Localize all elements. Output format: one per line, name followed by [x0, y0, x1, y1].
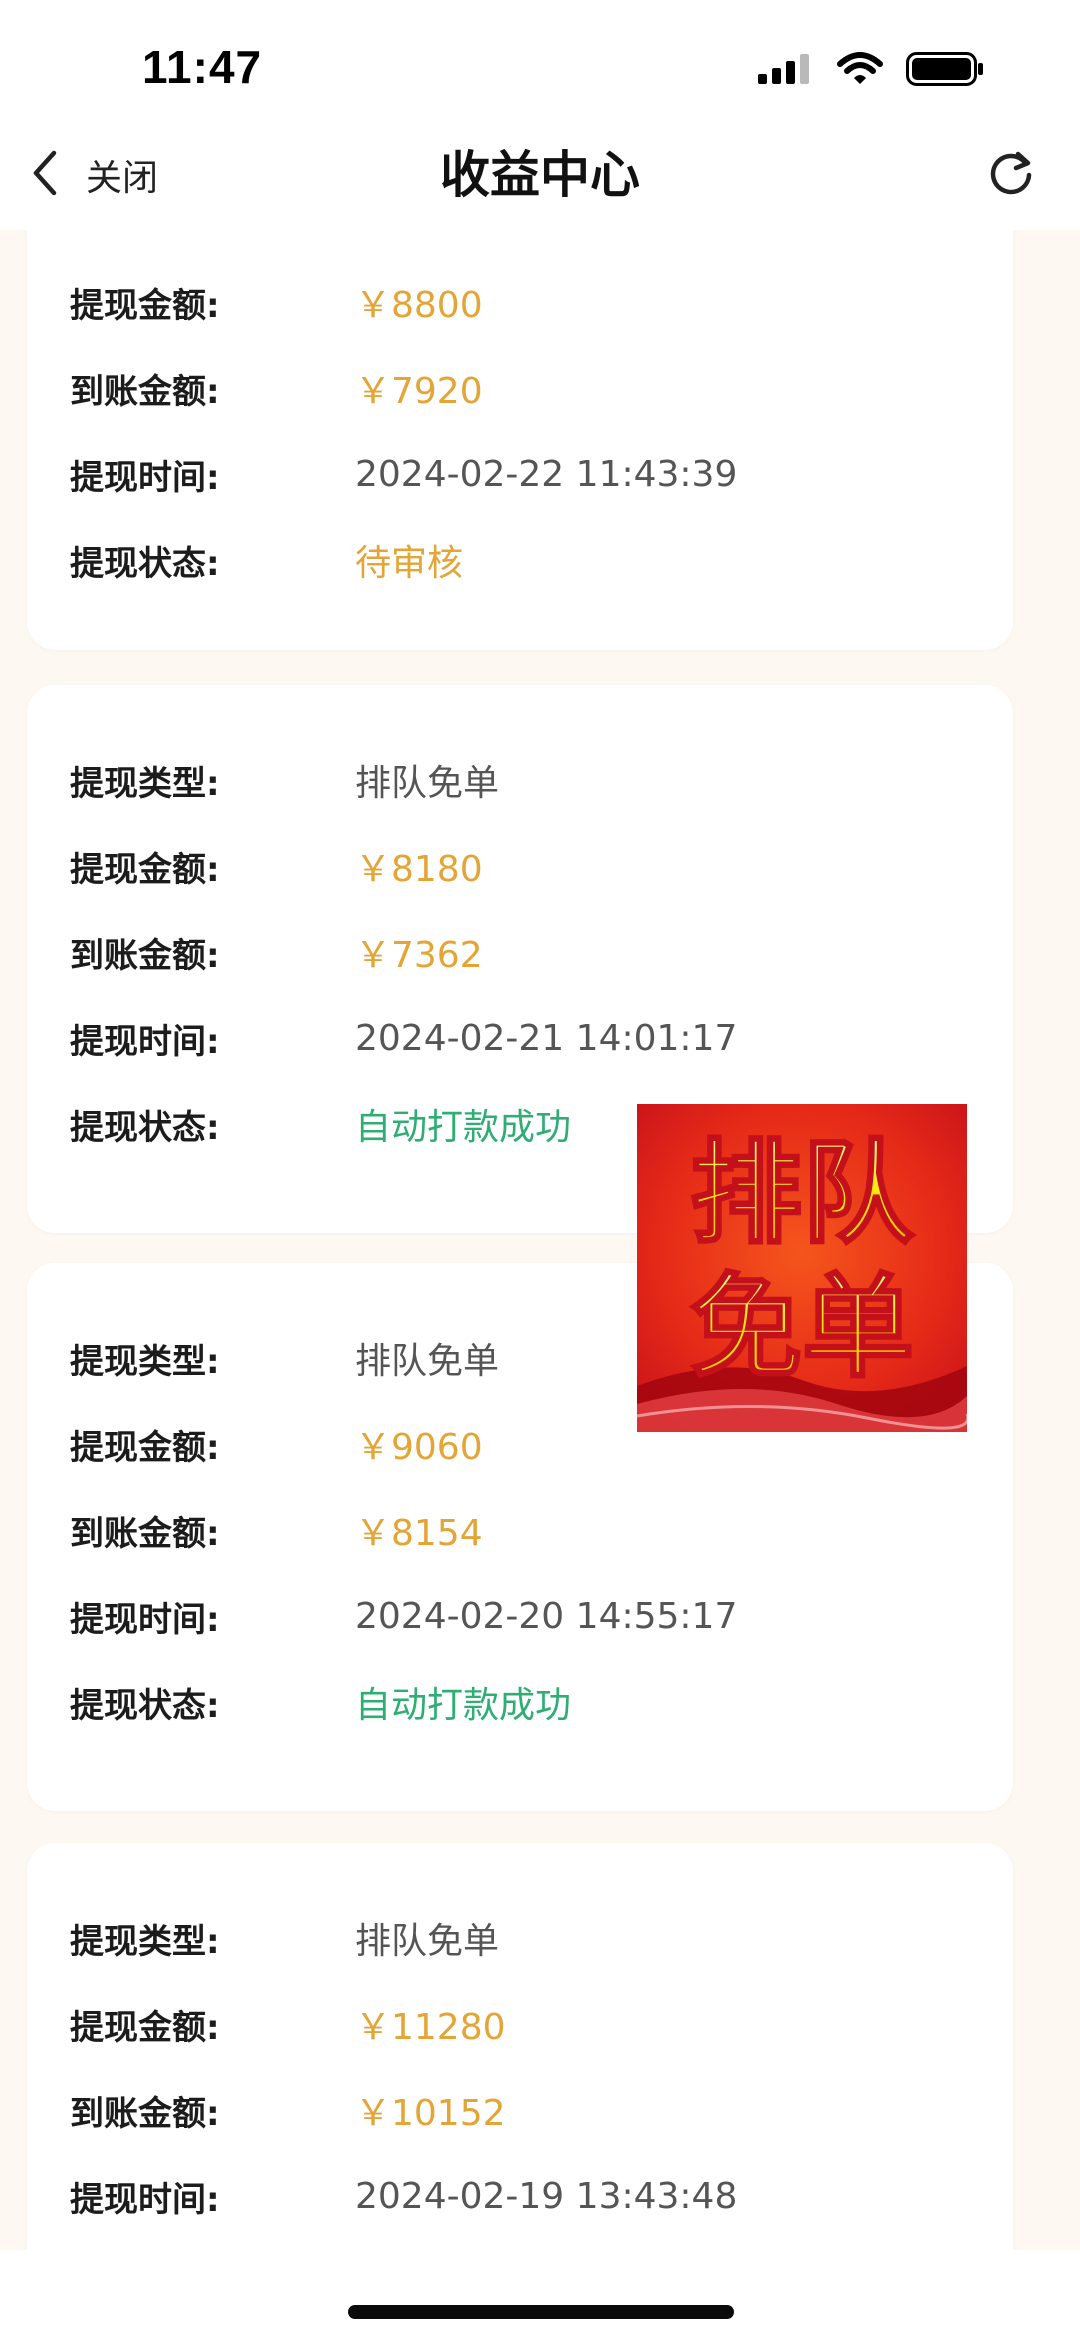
received-row: 到账金额: ￥7362 [70, 922, 483, 982]
amount-row: 提现金额: ￥9060 [70, 1414, 483, 1474]
close-button[interactable]: 关闭 [30, 140, 158, 210]
amount-row: 提现金额: ￥8800 [70, 272, 483, 332]
withdrawal-card: 提现金额: ￥8800 到账金额: ￥7920 提现时间: 2024-02-22… [27, 230, 1013, 650]
close-label: 关闭 [86, 158, 159, 199]
status-row: 提现状态: 自动打款成功 [70, 1094, 571, 1154]
type-row: 提现类型: 排队免单 [70, 750, 499, 810]
status-value: 自动打款成功 [355, 1685, 572, 1726]
status-value: 待审核 [355, 543, 464, 584]
battery-icon [906, 52, 984, 90]
type-value: 排队免单 [355, 1921, 500, 1962]
wifi-icon [836, 52, 884, 90]
received-value: ￥8154 [355, 1513, 483, 1554]
received-label: 到账金额: [70, 371, 220, 412]
time-value: 2024-02-22 11:43:39 [355, 453, 738, 495]
type-label: 提现类型: [70, 763, 220, 804]
home-indicator-area [0, 2250, 1080, 2341]
amount-value: ￥8800 [355, 285, 483, 326]
status-label: 提现状态: [70, 543, 220, 584]
received-row: 到账金额: ￥8154 [70, 1500, 483, 1560]
received-row: 到账金额: ￥7920 [70, 358, 483, 418]
received-value: ￥7920 [355, 371, 483, 412]
received-label: 到账金额: [70, 935, 220, 976]
time-label: 提现时间: [70, 2179, 220, 2220]
type-value: 排队免单 [355, 763, 500, 804]
status-row: 提现状态: 自动打款成功 [70, 1672, 571, 1732]
cellular-signal-icon [758, 54, 814, 88]
page-title: 收益中心 [440, 146, 640, 204]
amount-label: 提现金额: [70, 1427, 220, 1468]
home-indicator[interactable] [348, 2305, 734, 2319]
promo-line2: 免单 [690, 1263, 914, 1393]
type-label: 提现类型: [70, 1341, 220, 1382]
time-row: 提现时间: 2024-02-22 11:43:39 [70, 444, 737, 504]
amount-label: 提现金额: [70, 2007, 220, 2048]
received-label: 到账金额: [70, 1513, 220, 1554]
status-bar: 11:47 [0, 0, 1080, 140]
amount-value: ￥8180 [355, 849, 483, 890]
received-value: ￥7362 [355, 935, 483, 976]
status-time: 11:47 [142, 41, 263, 93]
type-value: 排队免单 [355, 1341, 500, 1382]
amount-row: 提现金额: ￥11280 [70, 1994, 506, 2054]
refresh-icon [986, 148, 1036, 202]
status-value: 自动打款成功 [355, 1107, 572, 1148]
promo-banner[interactable]: 排队 免单 [636, 1104, 970, 1432]
promo-line1: 排队 [690, 1129, 915, 1259]
amount-label: 提现金额: [70, 849, 220, 890]
received-value: ￥10152 [355, 2093, 506, 2134]
time-value: 2024-02-20 14:55:17 [355, 1595, 738, 1637]
time-value: 2024-02-19 13:43:48 [355, 2175, 738, 2217]
type-row: 提现类型: 排队免单 [70, 1908, 499, 1968]
status-icons [758, 52, 984, 90]
received-row: 到账金额: ￥10152 [70, 2080, 506, 2140]
withdrawal-card: 提现类型: 排队免单 提现金额: ￥11280 到账金额: ￥10152 提现时… [27, 1843, 1013, 2281]
received-label: 到账金额: [70, 2093, 220, 2134]
status-row: 提现状态: 待审核 [70, 530, 463, 590]
refresh-button[interactable] [978, 142, 1044, 208]
time-value: 2024-02-21 14:01:17 [355, 1017, 738, 1059]
nav-bar: 收益中心 关闭 [0, 120, 1080, 230]
amount-label: 提现金额: [70, 285, 220, 326]
amount-value: ￥9060 [355, 1427, 483, 1468]
amount-value: ￥11280 [355, 2007, 506, 2048]
status-label: 提现状态: [70, 1685, 220, 1726]
time-row: 提现时间: 2024-02-19 13:43:48 [70, 2166, 737, 2226]
type-row: 提现类型: 排队免单 [70, 1328, 499, 1388]
time-row: 提现时间: 2024-02-21 14:01:17 [70, 1008, 737, 1068]
time-label: 提现时间: [70, 457, 220, 498]
status-label: 提现状态: [70, 1107, 220, 1148]
time-label: 提现时间: [70, 1021, 220, 1062]
amount-row: 提现金额: ￥8180 [70, 836, 483, 896]
time-label: 提现时间: [70, 1599, 220, 1640]
time-row: 提现时间: 2024-02-20 14:55:17 [70, 1586, 737, 1646]
chevron-left-icon [30, 149, 60, 201]
type-label: 提现类型: [70, 1921, 220, 1962]
